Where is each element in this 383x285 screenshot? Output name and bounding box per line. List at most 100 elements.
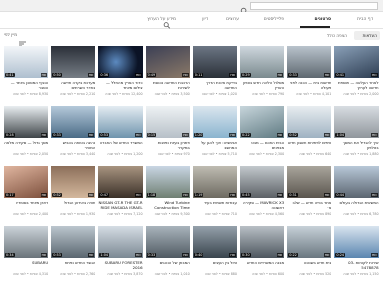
video-thumbnail[interactable]: 0:22 HD	[240, 106, 285, 138]
video-card[interactable]: 0:45 HD MAVRICK X3 — סקירה ראשונה 4,560 צפי…	[240, 166, 285, 225]
video-card[interactable]: 0:53 HD המשרד החדש של החברה 1,200 צפיות • ל…	[98, 106, 143, 165]
tab-home[interactable]: דף הבית	[357, 17, 373, 22]
video-card[interactable]: 0:53 HD הגשר החדש נפתח 2,760 צפיות • לפני ש…	[51, 226, 96, 285]
video-title[interactable]: הבית החכם — מבט מבפנים	[240, 140, 284, 151]
video-title[interactable]: טיול בין העצים	[193, 260, 237, 271]
video-thumbnail[interactable]: 0:29 HD	[240, 46, 285, 78]
video-thumbnail[interactable]: 0:33 HD	[51, 106, 96, 138]
video-thumbnail[interactable]: 0:33 HD	[145, 226, 190, 258]
sort-button[interactable]: מיין לפי	[4, 32, 17, 37]
tab-discussion[interactable]: דיון	[202, 17, 208, 22]
video-card[interactable]: 1:04 HD SUBARU FORESTER 2016 3,870 צפיות • …	[98, 226, 143, 285]
video-card[interactable]: 0:52 HD חוויה באירוע הגדול 1,930 צפיות • לפ…	[51, 166, 96, 225]
video-thumbnail[interactable]: 0:44 HD	[334, 166, 379, 198]
video-title[interactable]: הרכבת החדשה נכנסת לשירות	[146, 80, 190, 91]
video-thumbnail[interactable]: 0:28 HD	[4, 106, 49, 138]
video-thumbnail[interactable]: 0:53 HD	[98, 106, 143, 138]
video-thumbnail[interactable]: 0:11 HD	[192, 46, 237, 78]
video-title[interactable]: בית חדש בשכונה	[287, 260, 332, 271]
video-thumbnail[interactable]: 0:24 HD	[334, 226, 379, 258]
video-title[interactable]: נהיגה בטוחה בכביש המהיר	[51, 140, 96, 151]
video-card[interactable]: 0:29 HD מסלול הליכה חדש בצפון הארץ 790 צפיו…	[240, 46, 285, 105]
video-thumbnail[interactable]: 0:47 HD	[98, 166, 143, 198]
video-card[interactable]: 0:28 HD מסך גדול — סקירה מלאה 2,050 צפיות •…	[4, 106, 49, 165]
video-card[interactable]: 0:50 HD מערכת בקרה חדשה בחדר השרתים 2,210 צ…	[51, 46, 96, 105]
video-thumbnail[interactable]: 0:41 HD	[334, 46, 379, 78]
video-thumbnail[interactable]: 0:40 HD	[192, 226, 237, 258]
tab-videos[interactable]: סרטונים	[315, 17, 331, 22]
video-card[interactable]: 1:20 HD אנימציה: איך להגן על המחשב 5,710 צפ…	[192, 106, 237, 165]
video-title[interactable]: SUBARU	[4, 260, 48, 271]
video-thumbnail[interactable]: 0:53 HD	[51, 226, 96, 258]
video-title[interactable]: פתרון בעיות נפוצות במקרר	[146, 140, 190, 151]
video-title[interactable]: עבודות תשתית בעיר	[193, 200, 237, 211]
video-card[interactable]: 0:49 HD הרכבת החדשה נכנסת לשירות 3,500 צפיו…	[145, 46, 190, 105]
video-title[interactable]: Wind Turbine Construction Time Lapse	[146, 200, 190, 211]
video-title[interactable]: חוויה באירוע הגדול	[51, 200, 96, 211]
sort-icon[interactable]	[19, 32, 26, 47]
video-thumbnail[interactable]: 0:49 HD	[145, 46, 190, 78]
video-thumbnail[interactable]: 1:19 HD	[192, 166, 237, 198]
video-thumbnail[interactable]: 0:52 HD	[287, 106, 332, 138]
video-card[interactable]: 0:33 HD המבחן של הנהגים 1,010 צפיות • לפני …	[145, 226, 190, 285]
video-title[interactable]: כדור הארץ מהחלל — צילום מיוחד	[98, 80, 143, 91]
video-card[interactable]: 0:44 HD המשאית הגדולה בעולם 6,780 צפיות • ל…	[334, 166, 379, 225]
all-filter[interactable]: הצפה כולל	[322, 31, 350, 40]
video-thumbnail[interactable]: 0:17 HD	[4, 166, 49, 198]
video-thumbnail[interactable]: 0:36 HD	[98, 46, 143, 78]
video-title[interactable]: ראיון מיוחד בסטודיו	[4, 200, 48, 211]
video-title[interactable]: טיפים לפתיחת חשבון חדש	[287, 140, 331, 151]
video-title[interactable]: SUBARU FORESTER 2016	[98, 260, 143, 271]
video-card[interactable]: 0:11 HD בדיקת איכות הדרך החדשה 1,020 צפיות …	[192, 46, 237, 105]
video-card[interactable]: 0:47 HD NISSAN GT-R THE GT-R RIDE MASADA I…	[98, 166, 143, 225]
top-search-input[interactable]	[250, 2, 378, 10]
video-title[interactable]: המשרד החדש של החברה	[98, 140, 143, 151]
video-title[interactable]: בדיקת איכות הדרך החדשה	[193, 80, 237, 91]
video-card[interactable]: 0:31 HD אתר בנייה חדש — שלב א׳ 890 צפיות • …	[287, 166, 332, 225]
video-title[interactable]: הגשר החדש נפתח	[51, 260, 96, 271]
video-title[interactable]: אנימציה: איך להגן על המחשב	[193, 140, 237, 151]
video-title[interactable]: איך להגדיל את המסך בטלפון	[334, 140, 379, 151]
video-title[interactable]: לאחר העלאה — תוספת חדשה לערוץ	[334, 80, 379, 91]
video-thumbnail[interactable]: 1:20 HD	[192, 106, 237, 138]
video-thumbnail[interactable]: 0:34 HD	[4, 226, 49, 258]
video-card[interactable]: 0:41 HD הנגיף המסוכן ביותר — הסבר 8,930 צפי…	[4, 46, 49, 105]
video-card[interactable]: 0:41 HD לאחר העלאה — תוספת חדשה לערוץ 2,000…	[334, 46, 379, 105]
video-thumbnail[interactable]: 0:30 HD	[240, 226, 285, 258]
video-title[interactable]: MAVRICK X3 — סקירה ראשונה	[240, 200, 284, 211]
video-card[interactable]: 0:22 HD הבית החכם — מבט מבפנים 2,300 צפיות …	[240, 106, 285, 165]
search-icon[interactable]	[240, 1, 249, 15]
video-title[interactable]: מבנה המשרדים החדש	[240, 260, 284, 271]
video-card[interactable]: 0:40 HD טיול בין העצים 880 צפיות • לפני שנה	[192, 226, 237, 285]
video-card[interactable]: 0:36 HD כדור הארץ מהחלל — צילום מיוחד 12,40…	[98, 46, 143, 105]
video-title[interactable]: מסלול הליכה חדש בצפון הארץ	[240, 80, 284, 91]
video-card[interactable]: 1:19 HD עבודות תשתית בעיר 710 צפיות • לפני …	[192, 166, 237, 225]
video-title[interactable]: המבחן של הנהגים	[146, 260, 190, 271]
video-title[interactable]: אתר בנייה חדש — שלב א׳	[287, 200, 331, 211]
video-thumbnail[interactable]: 0:15 HD	[145, 106, 190, 138]
video-title[interactable]: שירות לקוחות 03-5478878	[334, 260, 378, 271]
video-thumbnail[interactable]: 1:18 HD	[145, 166, 190, 198]
uploads-filter[interactable]: העלאות	[354, 31, 380, 40]
video-title[interactable]: המשאית הגדולה בעולם	[334, 200, 379, 211]
video-thumbnail[interactable]: 0:22 HD	[287, 226, 332, 258]
video-card[interactable]: 0:33 HD חדשות בית — הכנה לפני פעולה 4,101 צ…	[287, 46, 332, 105]
video-title[interactable]: NISSAN GT-R THE GT-R RIDE MASADA ISRAEL	[98, 200, 142, 211]
video-card[interactable]: 1:04 HD איך להגדיל את המסך בטלפון 1,880 צפי…	[334, 106, 379, 165]
video-thumbnail[interactable]: 0:33 HD	[287, 46, 332, 78]
video-thumbnail[interactable]: 0:50 HD	[51, 46, 96, 78]
video-title[interactable]: מסך גדול — סקירה מלאה	[4, 140, 48, 151]
video-card[interactable]: 0:30 HD מבנה המשרדים החדש 600 צפיות • לפני …	[240, 226, 285, 285]
video-title[interactable]: מערכת בקרה חדשה בחדר השרתים	[51, 80, 95, 91]
video-thumbnail[interactable]: 0:45 HD	[240, 166, 285, 198]
video-title[interactable]: חדשות בית — הכנה לפני פעולה	[287, 80, 331, 91]
video-thumbnail[interactable]: 0:31 HD	[287, 166, 332, 198]
video-thumbnail[interactable]: 1:04 HD	[98, 226, 143, 258]
video-card[interactable]: 0:17 HD ראיון מיוחד בסטודיו 2,400 צפיות • ל…	[4, 166, 49, 225]
video-thumbnail[interactable]: 0:52 HD	[51, 166, 96, 198]
video-card[interactable]: 0:34 HD SUBARU 4,310 צפיות • לפני שנה	[4, 226, 49, 285]
tab-playlists[interactable]: פלייליסטים	[264, 17, 284, 22]
video-card[interactable]: 0:52 HD טיפים לפתיחת חשבון חדש 640 צפיות • …	[287, 106, 332, 165]
video-card[interactable]: 0:33 HD נהיגה בטוחה בכביש המהיר 3,440 צפיות…	[51, 106, 96, 165]
video-title[interactable]: הנגיף המסוכן ביותר — הסבר	[4, 80, 48, 91]
